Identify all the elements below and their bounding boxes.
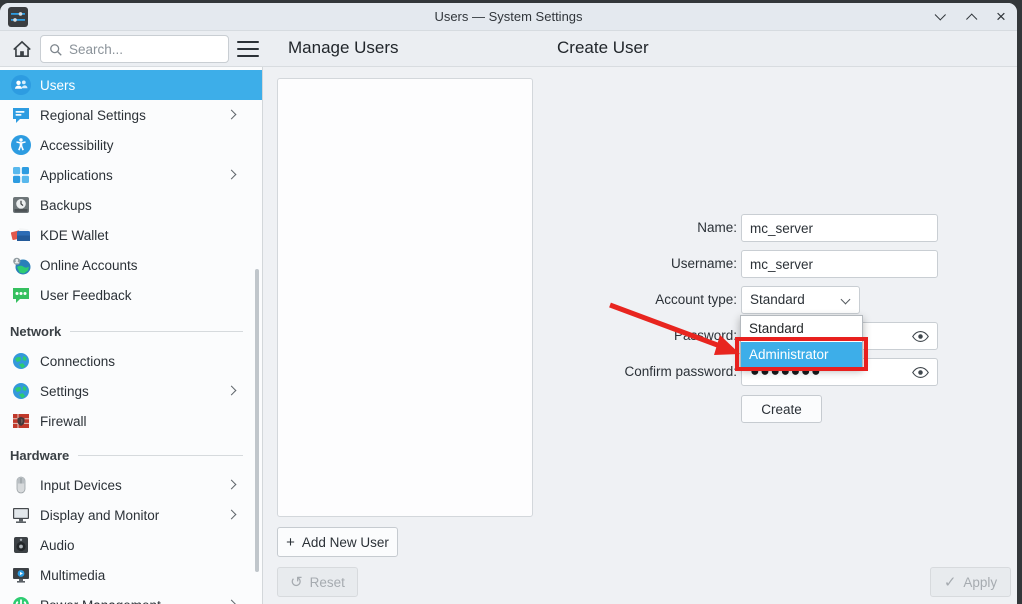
sidebar-item-applications[interactable]: Applications (0, 160, 263, 190)
option-administrator[interactable]: Administrator (741, 342, 862, 368)
undo-icon: ↺ (290, 575, 303, 590)
sidebar-item-connections[interactable]: Connections (0, 346, 263, 376)
chevron-down-icon (841, 295, 851, 305)
sidebar-scrollbar[interactable] (255, 269, 259, 572)
username-input[interactable] (741, 250, 938, 278)
applications-icon (11, 165, 31, 185)
chevron-right-icon (227, 110, 237, 120)
chevron-right-icon (227, 600, 237, 604)
name-input[interactable] (741, 214, 938, 242)
password-label: Password: (507, 322, 737, 350)
reset-button[interactable]: ↺ Reset (277, 567, 358, 597)
sidebar-item-online-accounts[interactable]: Online Accounts (0, 250, 263, 280)
account-type-dropdown[interactable]: Standard (741, 286, 860, 314)
close-button[interactable]: × (993, 9, 1009, 25)
search-box (40, 35, 229, 63)
firewall-icon (11, 411, 31, 431)
chevron-down-icon (935, 9, 946, 20)
chevron-right-icon (227, 386, 237, 396)
power-icon (11, 595, 31, 604)
menu-button[interactable] (237, 39, 259, 59)
speaker-icon (11, 535, 31, 555)
sidebar: Users Regional Settings Accessibility Ap… (0, 67, 263, 604)
globe-icon (11, 351, 31, 371)
monitor-icon (11, 505, 31, 525)
sidebar-item-audio[interactable]: Audio (0, 530, 263, 560)
kde-wallet-icon (11, 225, 31, 245)
header-band: Manage Users Create User (0, 31, 1017, 67)
create-button[interactable]: Create (741, 395, 822, 423)
home-button[interactable] (11, 38, 33, 60)
chevron-up-icon (966, 13, 977, 24)
manage-users-title: Manage Users (288, 38, 399, 58)
account-type-label: Account type: (507, 286, 737, 314)
search-icon (49, 43, 63, 57)
sidebar-item-regional-settings[interactable]: Regional Settings (0, 100, 263, 130)
mouse-icon (11, 475, 31, 495)
sidebar-item-accessibility[interactable]: Accessibility (0, 130, 263, 160)
create-user-title: Create User (557, 38, 649, 58)
titlebar: Users — System Settings × (0, 3, 1017, 31)
sidebar-item-input-devices[interactable]: Input Devices (0, 470, 263, 500)
sidebar-item-firewall[interactable]: Firewall (0, 406, 263, 436)
online-accounts-icon (11, 255, 31, 275)
show-password-icon[interactable] (911, 363, 930, 382)
search-input[interactable] (69, 36, 224, 62)
regional-settings-icon (11, 105, 31, 125)
chevron-right-icon (227, 480, 237, 490)
globe-icon (11, 381, 31, 401)
minimize-button[interactable] (933, 9, 949, 25)
user-feedback-icon (11, 285, 31, 305)
sidebar-item-network-settings[interactable]: Settings (0, 376, 263, 406)
show-password-icon[interactable] (911, 327, 930, 346)
chevron-right-icon (227, 170, 237, 180)
sidebar-item-backups[interactable]: Backups (0, 190, 263, 220)
close-icon: × (996, 9, 1006, 25)
sidebar-item-display-and-monitor[interactable]: Display and Monitor (0, 500, 263, 530)
account-type-popup: Standard Administrator (740, 315, 863, 368)
plus-icon: + (286, 535, 295, 550)
sidebar-item-kde-wallet[interactable]: KDE Wallet (0, 220, 263, 250)
option-standard[interactable]: Standard (741, 316, 862, 342)
sidebar-item-power-management[interactable]: Power Management (0, 590, 263, 604)
users-icon (11, 75, 31, 95)
user-list-panel (277, 78, 533, 517)
sidebar-item-users[interactable]: Users (0, 70, 263, 100)
check-icon: ✓ (944, 575, 957, 590)
sidebar-section-hardware: Hardware (0, 442, 263, 468)
sidebar-item-user-feedback[interactable]: User Feedback (0, 280, 263, 310)
sidebar-item-multimedia[interactable]: Multimedia (0, 560, 263, 590)
chevron-right-icon (227, 510, 237, 520)
confirm-password-label: Confirm password: (507, 358, 737, 386)
name-label: Name: (507, 214, 737, 242)
backups-icon (11, 195, 31, 215)
system-settings-window: Users — System Settings × Manage Users C… (0, 3, 1017, 604)
add-new-user-button[interactable]: + Add New User (277, 527, 398, 557)
sidebar-section-network: Network (0, 318, 263, 344)
multimedia-icon (11, 565, 31, 585)
apply-button[interactable]: ✓ Apply (930, 567, 1011, 597)
accessibility-icon (11, 135, 31, 155)
username-label: Username: (507, 250, 737, 278)
window-title: Users — System Settings (0, 3, 1017, 31)
maximize-button[interactable] (963, 9, 979, 25)
